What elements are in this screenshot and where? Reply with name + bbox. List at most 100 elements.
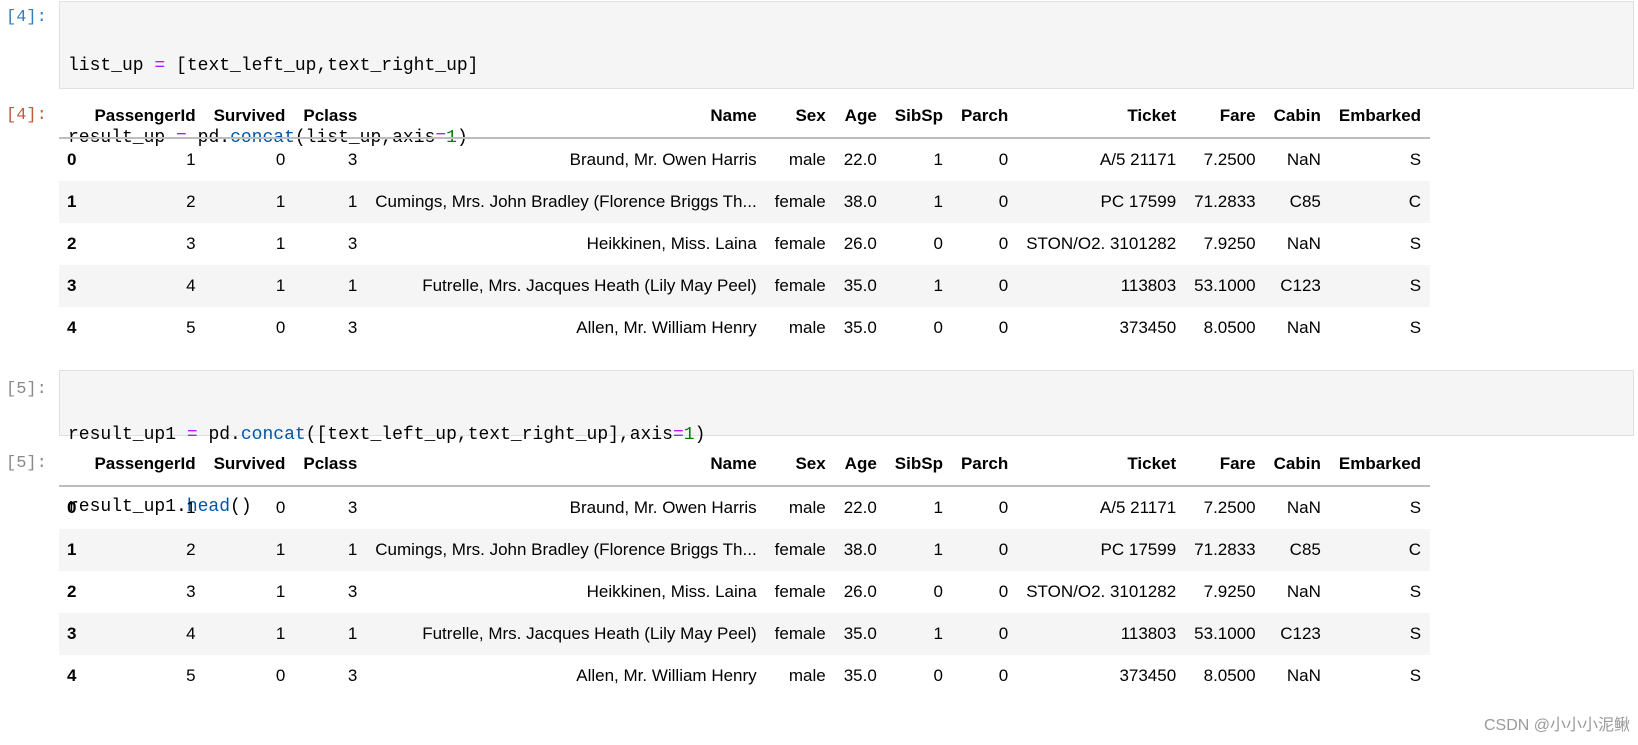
table-row: 2 3 1 3 Heikkinen, Miss. Laina female 26.0 0 0 ST… <box>59 223 1430 265</box>
table-cell: Heikkinen, Miss. Laina <box>586 582 757 601</box>
table-cell: 1 <box>275 276 286 295</box>
table-cell: 3 <box>186 582 196 601</box>
table-cell: 373450 <box>1119 318 1177 337</box>
column-header: Pclass <box>294 95 367 139</box>
table-cell: Cumings, Mrs. John Bradley (Florence Bri… <box>375 192 757 211</box>
table-cell: 26.0 <box>843 582 877 601</box>
row-index: 2 <box>67 582 77 601</box>
table-cell: 3 <box>186 234 196 253</box>
table-cell: 35.0 <box>843 666 877 685</box>
table-cell: C <box>1408 540 1422 559</box>
table-cell: C85 <box>1289 192 1321 211</box>
table-cell: 53.1000 <box>1194 624 1256 643</box>
table-cell: Braund, Mr. Owen Harris <box>569 150 757 169</box>
table-cell: 0 <box>275 318 286 337</box>
table-row: 3 4 1 1 Futrelle, Mrs. Jacques Heath (Lily M… <box>59 265 1431 307</box>
column-header: Embarked <box>1329 95 1431 139</box>
column-header: Fare <box>1185 443 1265 487</box>
table-cell: 0 <box>933 582 943 601</box>
table-row: 4 5 0 3 Allen, Mr. William Henry male 35.0 0 0 37… <box>59 307 1430 349</box>
row-index: 1 <box>67 540 77 559</box>
table-cell: Cumings, Mrs. John Bradley (Florence Bri… <box>375 540 757 559</box>
column-header: Cabin <box>1264 443 1330 487</box>
table-cell: 1 <box>933 624 943 643</box>
column-header: Pclass <box>294 443 367 487</box>
table-cell: 0 <box>275 150 286 169</box>
table-cell: 0 <box>275 666 286 685</box>
table-header-row: PassengerId Survived Pclass Name Sex Age SibSp… <box>59 443 1431 487</box>
table-cell: 35.0 <box>843 276 877 295</box>
column-header: SibSp <box>885 443 952 487</box>
table-cell: 0 <box>998 192 1009 211</box>
table-cell: 7.9250 <box>1203 234 1256 253</box>
table-cell: 4 <box>186 276 196 295</box>
table-cell: 0 <box>933 234 943 253</box>
table-cell: 5 <box>186 318 196 337</box>
table-cell: 3 <box>347 150 358 169</box>
table-cell: male <box>788 150 826 169</box>
table-cell: 1 <box>275 234 286 253</box>
column-header: Sex <box>765 443 835 487</box>
table-cell: 1 <box>347 624 358 643</box>
table-cell: 0 <box>933 318 943 337</box>
table-cell: Allen, Mr. William Henry <box>576 666 757 685</box>
table-cell: 1 <box>186 150 196 169</box>
table-cell: 1 <box>347 192 358 211</box>
table-cell: 35.0 <box>843 624 877 643</box>
table-cell: 8.0500 <box>1203 666 1256 685</box>
column-header: Parch <box>951 95 1018 139</box>
table-cell: S <box>1409 276 1422 295</box>
table-cell: 2 <box>186 540 196 559</box>
table-cell: 3 <box>347 582 358 601</box>
table-cell: 3 <box>347 318 358 337</box>
dataframe-output-5: PassengerId Survived Pclass Name Sex Age SibSp… <box>59 443 1431 697</box>
column-header: Parch <box>951 443 1018 487</box>
table-cell: S <box>1409 318 1422 337</box>
table-cell: 2 <box>186 192 196 211</box>
table-cell: S <box>1409 624 1422 643</box>
input-prompt-5: [5]: <box>6 380 47 399</box>
column-header: Survived <box>204 443 295 487</box>
table-cell: 3 <box>347 666 358 685</box>
table-cell: C85 <box>1289 540 1321 559</box>
table-cell: 1 <box>347 540 358 559</box>
table-cell: 1 <box>275 582 286 601</box>
table-cell: male <box>788 498 826 517</box>
table-cell: 3 <box>347 234 358 253</box>
table-cell: A/5 21171 <box>1099 498 1177 517</box>
table-cell: 0 <box>998 498 1009 517</box>
table-cell: 0 <box>998 582 1009 601</box>
column-header: Sex <box>765 95 835 139</box>
column-header: SibSp <box>885 95 952 139</box>
code-editor-4[interactable]: list_up = [text_left_up,text_right_up] r… <box>59 1 1634 220</box>
table-cell: C123 <box>1280 624 1321 643</box>
table-cell: 113803 <box>1120 624 1177 643</box>
table-cell: female <box>774 624 826 643</box>
column-header: Embarked <box>1329 443 1431 487</box>
table-cell: 22.0 <box>843 150 877 169</box>
column-header: Fare <box>1185 95 1265 139</box>
table-cell: NaN <box>1286 498 1321 517</box>
table-cell: female <box>774 276 826 295</box>
table-cell: female <box>774 540 826 559</box>
table-cell: NaN <box>1286 234 1321 253</box>
table-cell: STON/O2. 3101282 <box>1026 582 1177 601</box>
table-cell: C123 <box>1280 276 1321 295</box>
table-cell: 4 <box>186 624 196 643</box>
table-cell: 38.0 <box>843 540 877 559</box>
column-header: Age <box>834 95 886 139</box>
column-header: Age <box>834 443 886 487</box>
table-cell: PC 17599 <box>1100 192 1177 211</box>
table-cell: S <box>1409 666 1422 685</box>
code-editor-5[interactable]: result_up1 = pd.concat([text_left_up,tex… <box>59 370 1634 517</box>
table-cell: NaN <box>1286 150 1321 169</box>
table-cell: 3 <box>347 498 358 517</box>
column-header: Name <box>366 95 766 139</box>
table-cell: 113803 <box>1120 276 1177 295</box>
row-index: 0 <box>67 150 77 169</box>
table-cell: 1 <box>933 498 943 517</box>
table-cell: 0 <box>998 540 1009 559</box>
table-cell: male <box>788 318 826 337</box>
table-cell: female <box>774 582 826 601</box>
table-cell: A/5 21171 <box>1099 150 1177 169</box>
